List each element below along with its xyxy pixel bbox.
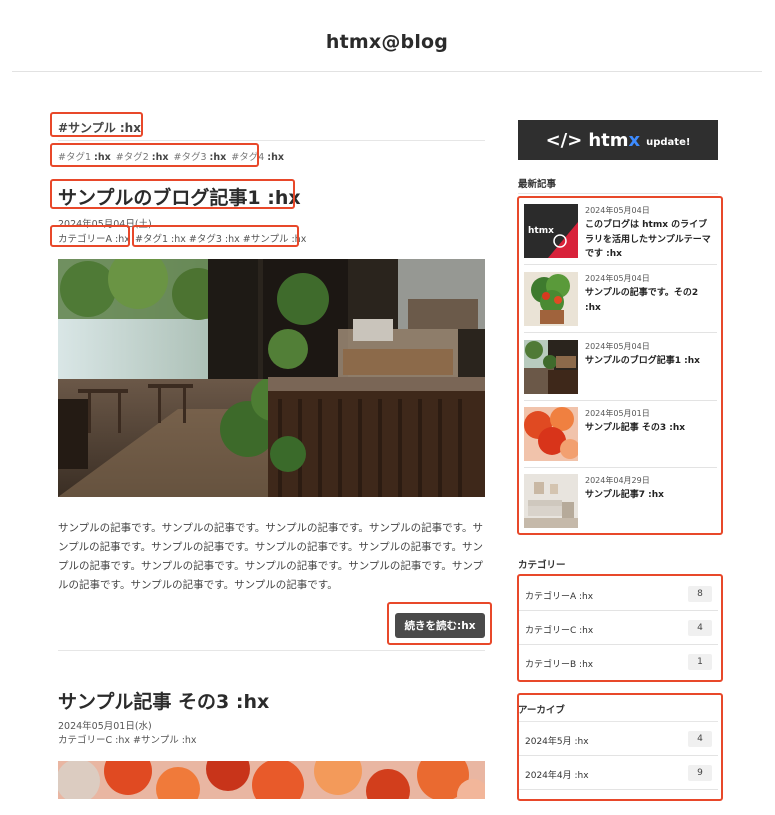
post-featured-image[interactable]	[58, 259, 485, 497]
post-category-link[interactable]: カテゴリーA :hx	[58, 231, 130, 245]
recent-post-item[interactable]: 2024年05月04日 サンプルの記事です。その2 :hx	[524, 266, 717, 333]
tag-link[interactable]: #タグ4 :hx	[231, 149, 284, 163]
category-name: カテゴリーC :hx	[525, 626, 594, 636]
category-item[interactable]: カテゴリーB :hx 1	[518, 645, 718, 679]
tag-link[interactable]: #タグ3 :hx	[174, 149, 227, 163]
category-item[interactable]: カテゴリーC :hx 4	[518, 611, 718, 645]
cafe-photo	[58, 259, 485, 497]
recent-post-title: サンプルの記事です。その2 :hx	[585, 288, 699, 313]
category-name: カテゴリーB :hx	[525, 660, 594, 670]
maple-photo	[58, 761, 485, 799]
recent-post-title: このブログは htmx のライブラリを活用したサンプルテーマです :hx	[585, 220, 711, 259]
post-excerpt: サンプルの記事です。サンプルの記事です。サンプルの記事です。サンプルの記事です。…	[58, 522, 484, 591]
archive-count-badge: 9	[688, 765, 712, 781]
category-heading: カテゴリー	[518, 560, 566, 571]
archive-count-badge: 4	[688, 731, 712, 747]
recent-post-title: サンプルのブログ記事1 :hx	[585, 356, 700, 366]
banner-wordmark: htmx	[588, 129, 641, 151]
recent-post-title: サンプル記事 その3 :hx	[585, 423, 686, 433]
recent-post-date: 2024年04月29日	[585, 476, 650, 485]
recent-post-thumbnail	[524, 272, 578, 326]
recent-post-item[interactable]: 2024年04月29日 サンプル記事7 :hx	[524, 468, 717, 535]
category-count-badge: 8	[688, 586, 712, 602]
post-tag-links[interactable]: #タグ1 :hx #タグ3 :hx #サンプル :hx	[135, 231, 306, 245]
recent-post-thumbnail: htmx	[524, 204, 578, 258]
recent-post-date: 2024年05月04日	[585, 342, 650, 351]
tag-heading: #サンプル :hx	[58, 121, 141, 135]
recent-post-thumbnail	[524, 407, 578, 461]
category-name: カテゴリーA :hx	[525, 592, 594, 602]
divider	[58, 140, 485, 141]
tag-link[interactable]: #タグ2 :hx	[116, 149, 169, 163]
tag-filter-list: #タグ1 :hx #タグ2 :hx #タグ3 :hx #タグ4 :hx	[58, 149, 284, 163]
htmx-update-banner[interactable]: </> htmx update!	[518, 120, 718, 160]
read-more-button[interactable]: 続きを読む:hx	[395, 613, 485, 638]
divider	[518, 193, 718, 194]
category-item[interactable]: カテゴリーA :hx 8	[518, 577, 718, 611]
archive-month: 2024年4月 :hx	[525, 771, 589, 781]
recent-posts-heading: 最新記事	[518, 179, 557, 190]
archive-item[interactable]: 2024年5月 :hx 4	[518, 722, 718, 756]
recent-post-date: 2024年05月04日	[585, 206, 650, 215]
category-count-badge: 1	[688, 654, 712, 670]
recent-post-item[interactable]: 2024年05月01日 サンプル記事 その3 :hx	[524, 401, 717, 468]
divider	[58, 650, 485, 651]
post-title[interactable]: サンプル記事 その3 :hx	[58, 687, 269, 714]
recent-post-date: 2024年05月04日	[585, 274, 650, 283]
recent-post-date: 2024年05月01日	[585, 409, 650, 418]
post-meta-links[interactable]: カテゴリーC :hx #サンプル :hx	[58, 732, 197, 746]
recent-post-title: サンプル記事7 :hx	[585, 490, 664, 500]
banner-update-text: update!	[646, 136, 691, 148]
post-date: 2024年05月04日(土)	[58, 219, 152, 230]
recent-post-item[interactable]: 2024年05月04日 サンプルのブログ記事1 :hx	[524, 334, 717, 401]
recent-post-item[interactable]: htmx 2024年05月04日 このブログは htmx のライブラリを活用した…	[524, 198, 717, 265]
svg-text:htmx: htmx	[528, 226, 554, 236]
code-brackets-icon: </>	[545, 129, 583, 151]
recent-post-thumbnail	[524, 474, 578, 528]
post-title[interactable]: サンプルのブログ記事1 :hx	[58, 183, 301, 210]
archive-item[interactable]: 2024年4月 :hx 9	[518, 756, 718, 790]
category-count-badge: 4	[688, 620, 712, 636]
post-date: 2024年05月01日(水)	[58, 721, 152, 732]
tag-link[interactable]: #タグ1 :hx	[58, 149, 111, 163]
site-header: htmx@blog	[12, 0, 762, 72]
archive-heading: アーカイブ	[518, 705, 565, 716]
archive-month: 2024年5月 :hx	[525, 737, 589, 747]
site-title[interactable]: htmx@blog	[12, 31, 762, 53]
recent-post-thumbnail	[524, 340, 578, 394]
post-featured-image[interactable]	[58, 761, 485, 799]
